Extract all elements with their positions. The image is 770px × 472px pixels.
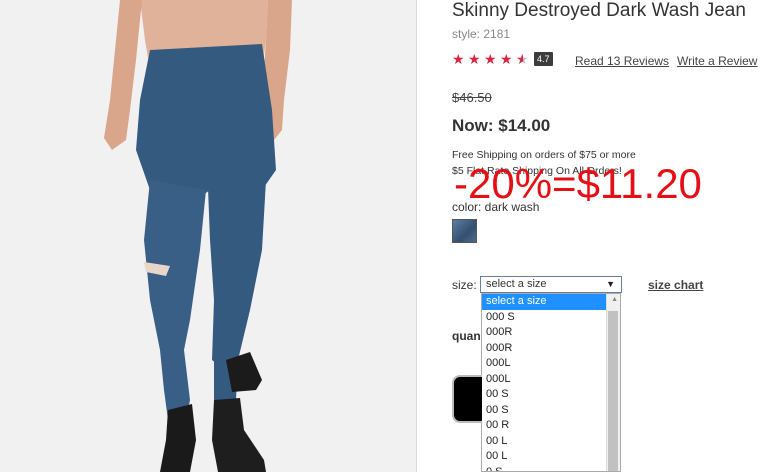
size-option[interactable]: 000 S <box>482 310 620 326</box>
dropdown-scrollbar[interactable]: ▲ <box>606 294 620 471</box>
size-select-value: select a size <box>486 278 547 290</box>
product-title: Skinny Destroyed Dark Wash Jean <box>452 0 746 21</box>
star-icon: ★ <box>468 51 481 67</box>
color-label: color: dark wash <box>452 200 540 214</box>
size-chart-link[interactable]: size chart <box>648 278 703 292</box>
color-swatch-dark-wash[interactable] <box>452 219 477 243</box>
half-star-icon: ★ <box>516 51 529 67</box>
star-icon: ★ <box>452 51 465 67</box>
size-option[interactable]: 00 S <box>482 387 620 403</box>
star-icon: ★ <box>500 51 513 67</box>
size-option[interactable]: select a size <box>482 294 620 310</box>
product-image <box>0 0 416 472</box>
size-option[interactable]: 0 S <box>482 465 620 472</box>
rating-stars: ★ ★ ★ ★ ★ 4.7 <box>452 52 553 66</box>
product-page: Skinny Destroyed Dark Wash Jean style: 2… <box>0 0 770 472</box>
size-option[interactable]: 00 L <box>482 434 620 450</box>
add-to-bag-button[interactable] <box>452 375 482 423</box>
size-option[interactable]: 000L <box>482 356 620 372</box>
jeans-photo <box>104 0 292 472</box>
write-review-link[interactable]: Write a Review <box>677 54 757 68</box>
divider <box>416 0 417 472</box>
size-label: size: <box>452 278 477 292</box>
size-option[interactable]: 000R <box>482 341 620 357</box>
scroll-up-icon[interactable]: ▲ <box>611 296 618 303</box>
chevron-down-icon: ▼ <box>606 279 615 289</box>
sale-price: Now: $14.00 <box>452 116 551 135</box>
quantity-label: quan <box>452 329 481 343</box>
size-option[interactable]: 000L <box>482 372 620 388</box>
scrollbar-thumb[interactable] <box>608 311 618 471</box>
size-option[interactable]: 00 S <box>482 403 620 419</box>
read-reviews-link[interactable]: Read 13 Reviews <box>575 54 669 68</box>
size-dropdown-list[interactable]: select a size 000 S 000R 000R 000L 000L … <box>481 293 621 472</box>
rating-badge: 4.7 <box>534 52 553 66</box>
size-option[interactable]: 00 L <box>482 449 620 465</box>
size-select[interactable]: select a size ▼ <box>480 276 622 293</box>
size-option[interactable]: 00 R <box>482 418 620 434</box>
style-number: style: 2181 <box>452 27 511 41</box>
original-price: $46.50 <box>452 90 492 105</box>
size-option[interactable]: 000R <box>482 325 620 341</box>
star-icon: ★ <box>484 51 497 67</box>
